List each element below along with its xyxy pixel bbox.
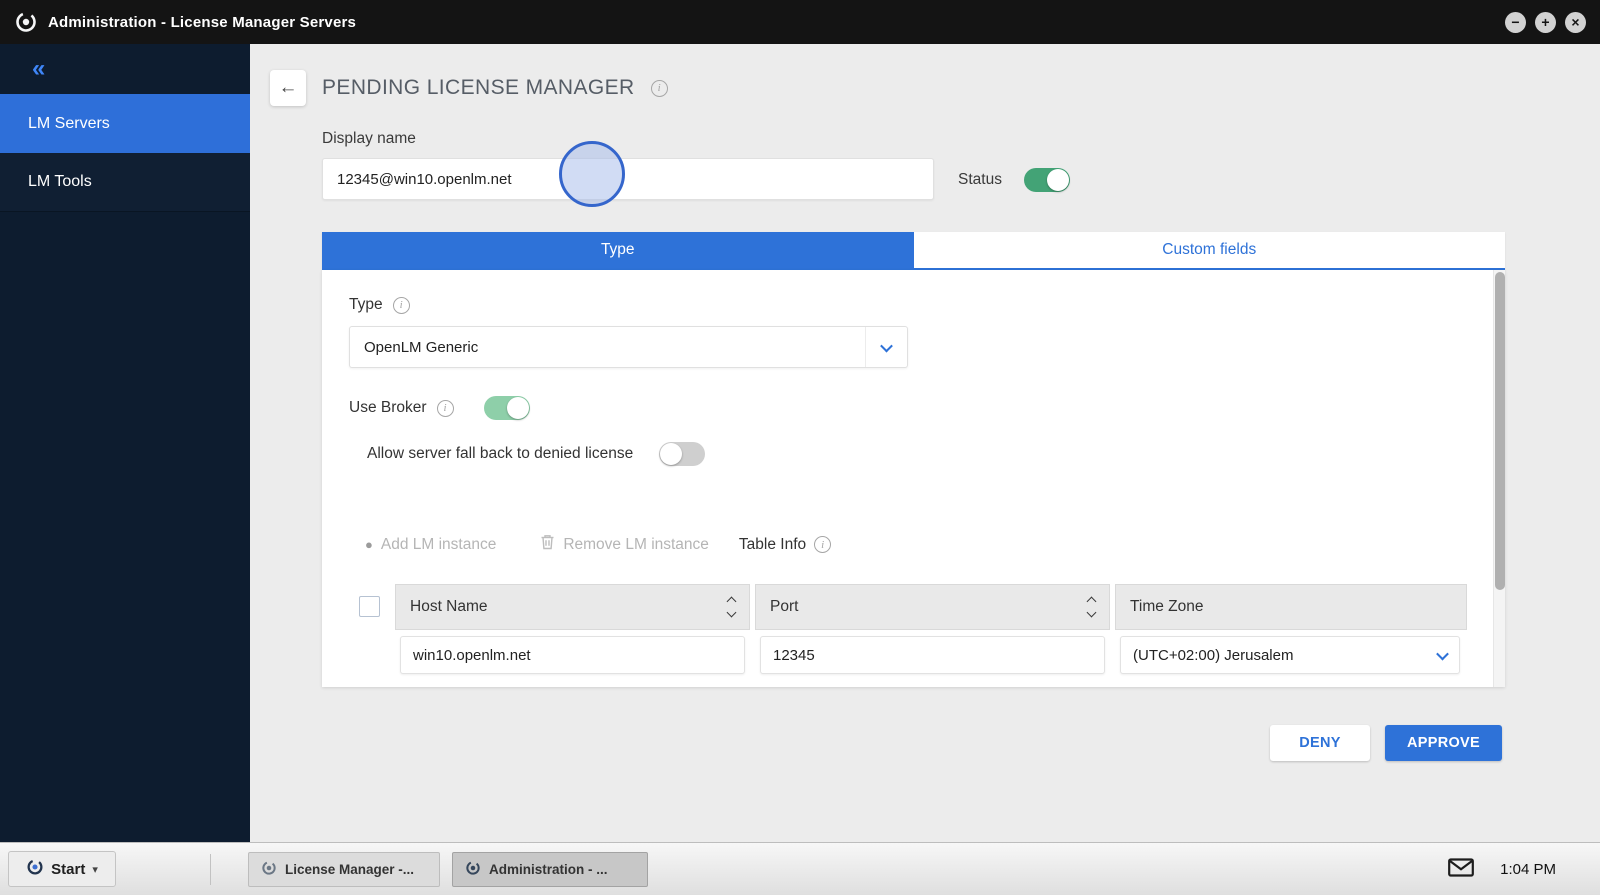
chevron-down-icon — [865, 327, 907, 367]
status-toggle[interactable] — [1024, 168, 1070, 192]
sidebar-item-lm-tools[interactable]: LM Tools — [0, 153, 250, 212]
taskbar: Start ▾ License Manager -... Administrat… — [0, 842, 1600, 895]
task-icon — [465, 860, 481, 879]
window-controls: − + × — [1505, 12, 1586, 33]
sidebar-item-label: LM Tools — [28, 173, 92, 191]
table-row: win10.openlm.net 12345 (UTC+02:00) Jerus… — [349, 630, 1467, 680]
remove-lm-instance-button[interactable]: Remove LM instance — [540, 534, 709, 555]
openlm-logo-icon — [14, 10, 38, 34]
select-all-checkbox[interactable] — [359, 596, 380, 617]
taskbar-item-administration[interactable]: Administration - ... — [452, 852, 648, 887]
info-icon[interactable]: i — [393, 297, 410, 314]
table-header-row: Host Name Port Time Zone — [349, 584, 1467, 630]
sort-icon — [728, 598, 735, 616]
trash-icon — [540, 534, 555, 555]
info-icon[interactable]: i — [437, 400, 454, 417]
type-select-value: OpenLM Generic — [364, 339, 478, 356]
tab-label: Custom fields — [1162, 241, 1256, 259]
task-label: Administration - ... — [489, 862, 608, 877]
column-header-port[interactable]: Port — [755, 584, 1110, 630]
sort-icon — [1088, 598, 1095, 616]
add-lm-instance-button[interactable]: ● Add LM instance — [365, 536, 496, 554]
main-content: ← PENDING LICENSE MANAGER i Display name… — [250, 44, 1600, 842]
column-header-host-name[interactable]: Host Name — [395, 584, 750, 630]
tab-label: Type — [601, 241, 635, 259]
toggle-knob — [507, 397, 529, 419]
status-label: Status — [958, 171, 1002, 189]
table-info: Table Info i — [739, 536, 831, 554]
column-header-label: Time Zone — [1130, 598, 1204, 616]
taskbar-item-license-manager[interactable]: License Manager -... — [248, 852, 440, 887]
tab-custom-fields[interactable]: Custom fields — [914, 232, 1506, 268]
fallback-toggle[interactable] — [659, 442, 705, 466]
toggle-knob — [660, 443, 682, 465]
host-name-cell[interactable]: win10.openlm.net — [400, 636, 745, 674]
panel-scrollbar[interactable] — [1493, 270, 1505, 687]
screen: Administration - License Manager Servers… — [0, 0, 1600, 895]
sidebar-item-label: LM Servers — [28, 115, 110, 133]
table-info-label: Table Info — [739, 536, 806, 554]
column-header-time-zone[interactable]: Time Zone — [1115, 584, 1467, 630]
display-name-input[interactable] — [322, 158, 934, 200]
add-dot-icon: ● — [365, 537, 373, 552]
taskbar-divider — [210, 854, 211, 885]
info-icon[interactable]: i — [814, 536, 831, 553]
tab-bar: Type Custom fields — [322, 232, 1505, 270]
start-button[interactable]: Start ▾ — [8, 851, 116, 887]
use-broker-label: Use Broker — [349, 399, 427, 417]
system-tray: 1:04 PM — [1448, 843, 1556, 895]
time-zone-value: (UTC+02:00) Jerusalem — [1133, 647, 1293, 664]
scrollbar-thumb[interactable] — [1495, 272, 1505, 590]
status-row: Status — [958, 168, 1070, 192]
tab-type[interactable]: Type — [322, 232, 914, 268]
maximize-icon[interactable]: + — [1535, 12, 1556, 33]
info-icon[interactable]: i — [651, 80, 668, 97]
display-name-label: Display name — [322, 130, 416, 148]
sidebar: « LM Servers LM Tools — [0, 44, 250, 842]
titlebar: Administration - License Manager Servers… — [0, 0, 1600, 44]
type-tab-panel: Type i OpenLM Generic Use Broker i Allow… — [322, 270, 1505, 687]
close-icon[interactable]: × — [1565, 12, 1586, 33]
use-broker-toggle[interactable] — [484, 396, 530, 420]
type-label-row: Type i — [349, 296, 410, 314]
start-label: Start — [51, 861, 85, 878]
page-title: PENDING LICENSE MANAGER — [322, 76, 635, 100]
time-zone-select[interactable]: (UTC+02:00) Jerusalem — [1120, 636, 1460, 674]
type-select[interactable]: OpenLM Generic — [349, 326, 908, 368]
task-icon — [261, 860, 277, 879]
back-button[interactable]: ← — [270, 70, 306, 106]
page-header: ← PENDING LICENSE MANAGER i — [270, 70, 668, 106]
add-lm-instance-label: Add LM instance — [381, 536, 496, 554]
sidebar-item-lm-servers[interactable]: LM Servers — [0, 94, 250, 153]
clock: 1:04 PM — [1500, 861, 1556, 878]
column-header-label: Host Name — [410, 598, 488, 616]
fallback-row: Allow server fall back to denied license — [367, 442, 705, 466]
caret-down-icon: ▾ — [92, 863, 98, 876]
back-arrow-icon: ← — [279, 77, 298, 99]
window-title: Administration - License Manager Servers — [48, 14, 356, 31]
lm-instance-table: Host Name Port Time Zone win10.openlm.ne… — [349, 584, 1467, 680]
type-label: Type — [349, 296, 383, 314]
task-label: License Manager -... — [285, 862, 414, 877]
fallback-label: Allow server fall back to denied license — [367, 445, 633, 463]
mail-icon[interactable] — [1448, 858, 1474, 882]
chevron-down-icon — [1436, 647, 1449, 660]
toggle-knob — [1047, 169, 1069, 191]
approve-button[interactable]: APPROVE — [1385, 725, 1502, 761]
column-header-label: Port — [770, 598, 798, 616]
start-logo-icon — [26, 858, 44, 881]
use-broker-row: Use Broker i — [349, 396, 530, 420]
minimize-icon[interactable]: − — [1505, 12, 1526, 33]
table-toolbar: ● Add LM instance Remove LM instance Tab… — [365, 534, 831, 555]
deny-button[interactable]: DENY — [1270, 725, 1370, 761]
sidebar-collapse-icon[interactable]: « — [0, 44, 250, 94]
remove-lm-instance-label: Remove LM instance — [563, 536, 709, 554]
port-cell[interactable]: 12345 — [760, 636, 1105, 674]
